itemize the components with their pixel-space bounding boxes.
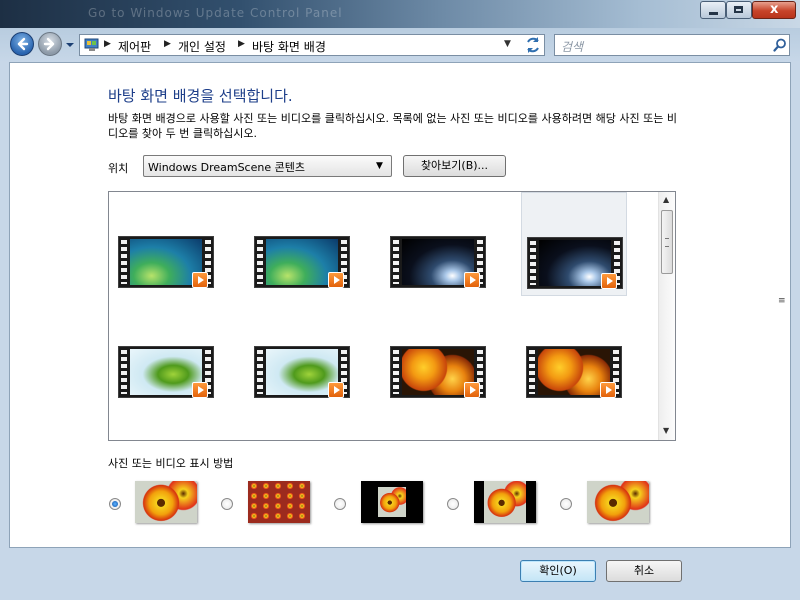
position-radio-center[interactable] [334, 498, 346, 510]
back-arrow-icon [17, 37, 29, 51]
position-fit-preview[interactable] [474, 481, 536, 523]
play-badge-icon [601, 273, 617, 289]
position-radio-fit[interactable] [447, 498, 459, 510]
gallery-item[interactable] [249, 236, 355, 336]
chevron-down-icon: ▼ [376, 161, 383, 171]
ok-button[interactable]: 확인(O) [520, 560, 596, 582]
gallery-item[interactable] [521, 346, 627, 440]
location-selected-value: Windows DreamScene 콘텐츠 [148, 161, 305, 174]
play-badge-icon [192, 272, 208, 288]
minimize-icon [709, 12, 718, 15]
position-radio-stretch[interactable] [560, 498, 572, 510]
position-fill-preview[interactable] [135, 481, 197, 523]
play-badge-icon [328, 382, 344, 398]
scroll-down-icon[interactable]: ▼ [663, 426, 669, 435]
position-radio-fill[interactable] [109, 498, 121, 510]
video-thumbnail [526, 346, 622, 398]
location-label: 위치 [108, 162, 129, 175]
forward-button[interactable] [38, 32, 62, 56]
play-badge-icon [464, 382, 480, 398]
control-panel-window: Go to Windows Update Control Panel x ▶ 제… [0, 0, 800, 600]
navigation-bar: ▶ 제어판 ▶ 개인 설정 ▶ 바탕 화면 배경 ▼ 검색 [0, 28, 800, 62]
title-bar[interactable]: Go to Windows Update Control Panel x [0, 0, 800, 28]
control-panel-icon [84, 38, 99, 51]
gallery-item-selected[interactable] [521, 192, 627, 296]
breadcrumb-arrow-icon[interactable]: ▶ [104, 39, 111, 49]
maximize-icon [734, 6, 743, 13]
cancel-button[interactable]: 취소 [606, 560, 682, 582]
search-input[interactable]: 검색 [554, 34, 790, 56]
gallery-item[interactable] [249, 346, 355, 440]
forward-arrow-icon [43, 37, 55, 51]
address-dropdown-icon[interactable]: ▼ [504, 39, 511, 49]
window-title: Go to Windows Update Control Panel [88, 6, 343, 20]
play-badge-icon [600, 382, 616, 398]
breadcrumb-personalization[interactable]: 개인 설정 [178, 38, 226, 55]
maximize-button[interactable] [726, 1, 752, 19]
search-placeholder: 검색 [561, 40, 584, 54]
play-badge-icon [464, 272, 480, 288]
video-thumbnail [118, 236, 214, 288]
gallery-item[interactable] [113, 236, 219, 336]
position-tile-preview[interactable] [248, 481, 310, 523]
video-thumbnail [118, 346, 214, 398]
scroll-up-icon[interactable]: ▲ [663, 195, 669, 204]
search-icon[interactable] [773, 38, 787, 52]
video-thumbnail [254, 236, 350, 288]
play-badge-icon [192, 382, 208, 398]
recent-pages-dropdown-icon[interactable] [65, 40, 75, 50]
video-thumbnail [390, 236, 486, 288]
gallery-scrollbar[interactable]: ▲ ▼ [658, 192, 675, 440]
gallery-item[interactable] [385, 346, 491, 440]
browse-button[interactable]: 찾아보기(B)... [403, 155, 506, 177]
background-gallery: ▲ ▼ [108, 191, 676, 441]
gallery-item[interactable] [385, 236, 491, 336]
content-pane: 바탕 화면 배경을 선택합니다. 바탕 화면 배경으로 사용할 사진 또는 비디… [9, 62, 791, 548]
breadcrumb-arrow-icon[interactable]: ▶ [164, 39, 171, 49]
page-description: 바탕 화면 배경으로 사용할 사진 또는 비디오를 클릭하십시오. 목록에 없는… [108, 112, 677, 140]
video-thumbnail [527, 237, 623, 289]
picture-position-label: 사진 또는 비디오 표시 방법 [108, 457, 234, 470]
position-stretch-preview[interactable] [587, 481, 649, 523]
close-button[interactable]: x [752, 1, 796, 19]
scrollbar-thumb[interactable] [661, 210, 673, 274]
breadcrumb-control-panel[interactable]: 제어판 [118, 38, 151, 55]
resize-grip-icon[interactable]: ≡ [778, 296, 786, 306]
breadcrumb-arrow-icon[interactable]: ▶ [238, 39, 245, 49]
close-icon: x [770, 2, 779, 17]
minimize-button[interactable] [700, 1, 726, 19]
fit-flower-image [484, 481, 526, 523]
video-thumbnail [390, 346, 486, 398]
position-radio-tile[interactable] [221, 498, 233, 510]
address-bar[interactable]: ▶ 제어판 ▶ 개인 설정 ▶ 바탕 화면 배경 ▼ [79, 34, 545, 56]
video-thumbnail [254, 346, 350, 398]
refresh-button[interactable] [522, 34, 544, 56]
play-badge-icon [328, 272, 344, 288]
gallery-item[interactable] [113, 346, 219, 440]
breadcrumb-desktop-background[interactable]: 바탕 화면 배경 [252, 38, 326, 55]
center-flower-image [378, 487, 406, 517]
location-dropdown[interactable]: Windows DreamScene 콘텐츠 ▼ [143, 155, 392, 177]
position-center-preview[interactable] [361, 481, 423, 523]
page-title: 바탕 화면 배경을 선택합니다. [108, 87, 293, 105]
back-button[interactable] [10, 32, 34, 56]
